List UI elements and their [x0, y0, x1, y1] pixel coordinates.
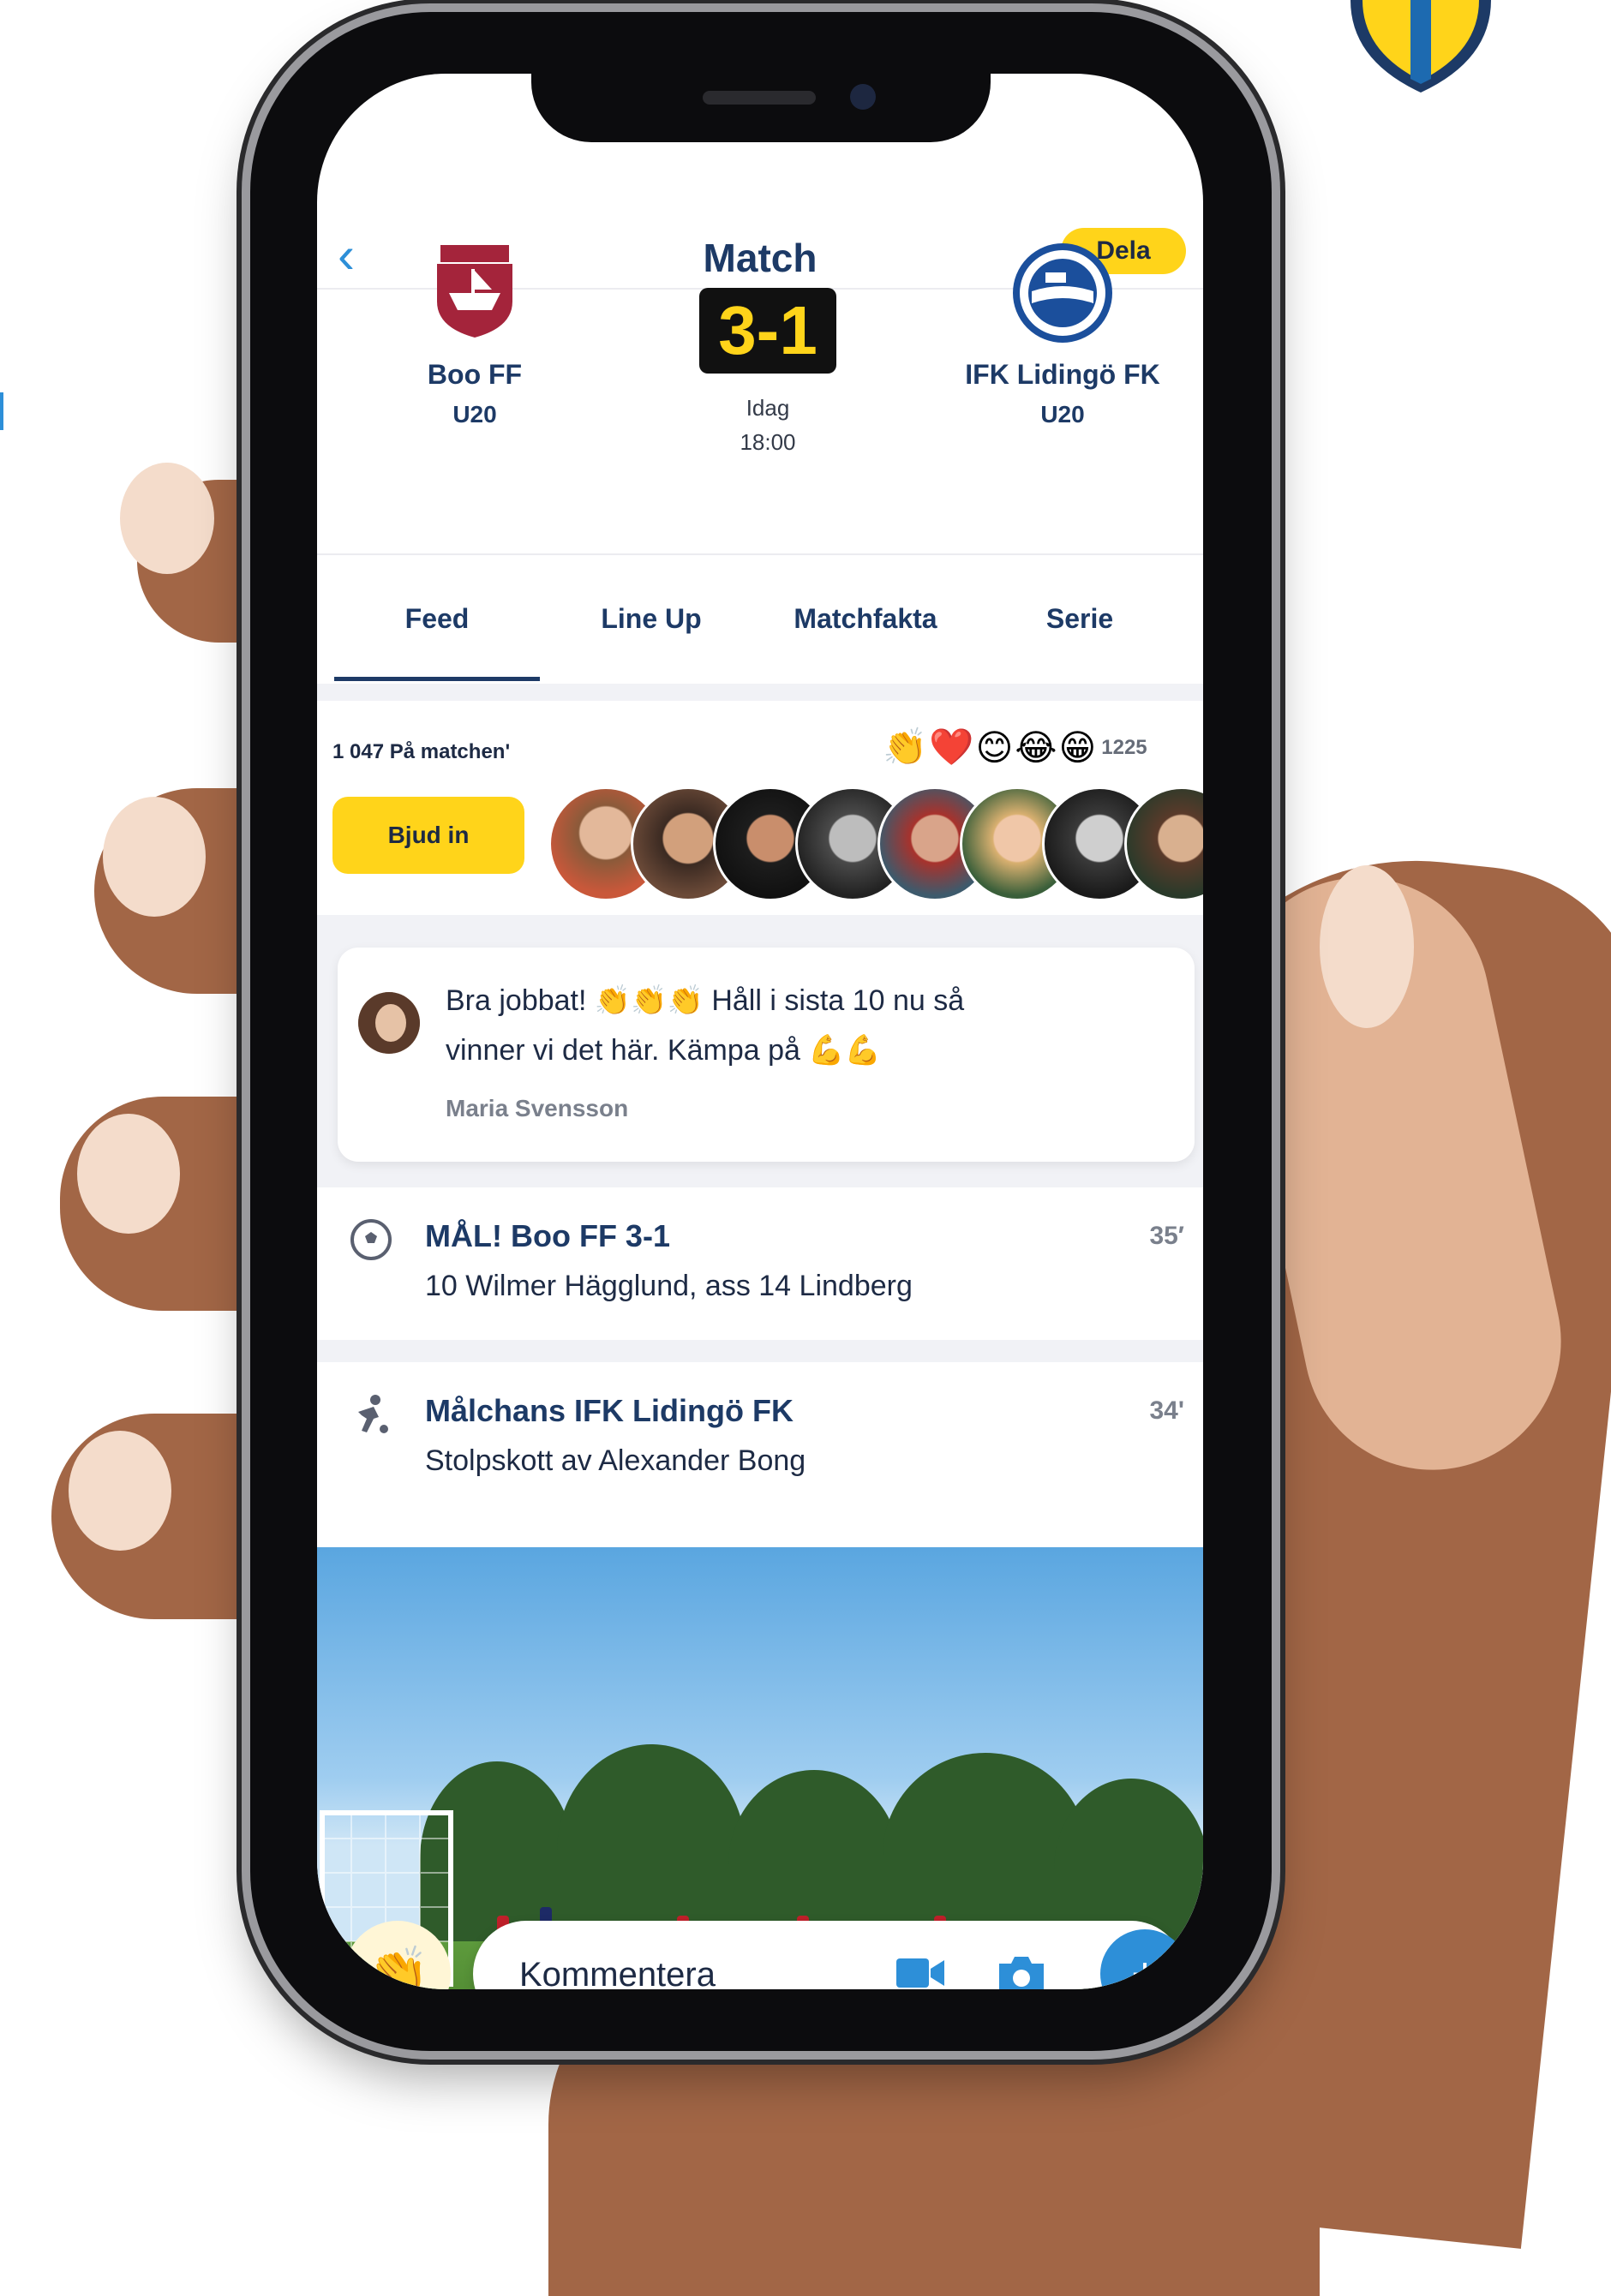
- fingernail: [77, 1114, 180, 1234]
- clap-icon: 👏: [365, 1945, 430, 1989]
- match-datetime: Idag 18:00: [699, 391, 836, 459]
- away-team[interactable]: IFK Lidingö FK U20: [951, 242, 1174, 428]
- event-detail: Stolpskott av Alexander Bong: [425, 1444, 806, 1477]
- match-day: Idag: [746, 395, 790, 421]
- phone-notch: [531, 65, 991, 142]
- fingernail: [120, 463, 214, 574]
- active-tab-indicator: [334, 677, 540, 681]
- comment-text-line-1: Bra jobbat! 👏👏👏 Håll i sista 10 nu så: [446, 984, 965, 1017]
- front-camera: [850, 84, 876, 110]
- feed-event-goal[interactable]: MÅL! Boo FF 3-1 10 Wilmer Hägglund, ass …: [317, 1187, 1203, 1340]
- feed-comment-card[interactable]: Bra jobbat! 👏👏👏 Håll i sista 10 nu så vi…: [338, 948, 1195, 1162]
- tab-line-up[interactable]: Line Up: [557, 603, 746, 635]
- section-divider: [317, 684, 1203, 701]
- fingernail: [103, 797, 206, 917]
- event-minute: 35′: [1149, 1222, 1184, 1250]
- speaker-grille: [703, 91, 816, 105]
- match-time-value: 18:00: [740, 429, 796, 455]
- commenter-face-icon: [358, 992, 420, 1054]
- edge-marker: [0, 392, 3, 430]
- event-detail: 10 Wilmer Hägglund, ass 14 Lindberg: [425, 1270, 913, 1302]
- commenter-avatar: [358, 992, 420, 1054]
- reaction-count: 1225: [1101, 735, 1147, 759]
- app-screen: ‹ Match Dela Boo FF U20 3-1 Idag 18:00 I…: [317, 74, 1203, 1989]
- event-minute: 34': [1149, 1396, 1184, 1425]
- smile-reaction-icon: 😊: [975, 727, 1014, 768]
- home-team-name: Boo FF: [427, 359, 523, 390]
- invite-button[interactable]: Bjud in: [332, 797, 524, 874]
- kicking-player-icon: [358, 1395, 388, 1433]
- tab-serie[interactable]: Serie: [994, 603, 1165, 635]
- fingernail: [69, 1431, 171, 1551]
- clap-reaction-icon: 👏: [883, 726, 928, 767]
- score-display: 3-1: [699, 288, 836, 374]
- home-team-group: U20: [452, 401, 497, 428]
- comment-input[interactable]: [518, 1945, 907, 1989]
- laugh-reaction-icon: 😂: [1015, 727, 1057, 768]
- presence-section: 1 047 På matchen' 👏 ❤️ 😊 😂 😁 1225 Bjud i…: [317, 701, 1203, 915]
- tab-bar: Feed Line Up Matchfakta Serie: [317, 553, 1203, 684]
- boo-ff-crest-icon: [437, 245, 512, 338]
- event-title: MÅL! Boo FF 3-1: [425, 1218, 670, 1253]
- club-shield-logo: [1350, 0, 1491, 93]
- soccer-ball-icon: [350, 1219, 392, 1260]
- home-team[interactable]: Boo FF U20: [363, 242, 586, 428]
- fingernail: [1320, 865, 1414, 1028]
- grin-reaction-icon: 😁: [1058, 727, 1097, 768]
- attendee-avatars[interactable]: [548, 786, 1203, 901]
- reaction-summary[interactable]: 👏 ❤️ 😊 😂 😁 1225: [883, 726, 1147, 768]
- feed-event-chance[interactable]: Målchans IFK Lidingö FK Stolpskott av Al…: [317, 1362, 1203, 1515]
- tab-feed[interactable]: Feed: [334, 603, 540, 635]
- heart-reaction-icon: ❤️: [929, 726, 974, 767]
- plus-icon: +: [1131, 1948, 1159, 1989]
- ifk-lidingo-crest-icon: [1013, 243, 1112, 343]
- tab-matchfakta[interactable]: Matchfakta: [763, 603, 968, 635]
- comment-text-line-2: vinner vi det här. Kämpa på 💪💪: [446, 1034, 882, 1067]
- event-title: Målchans IFK Lidingö FK: [425, 1393, 794, 1428]
- away-team-name: IFK Lidingö FK: [965, 359, 1160, 390]
- comment-author: Maria Svensson: [446, 1095, 629, 1121]
- video-camera-icon[interactable]: [895, 1953, 946, 1989]
- away-team-group: U20: [1040, 401, 1085, 428]
- photo-camera-icon[interactable]: [996, 1953, 1047, 1989]
- comment-bar: +: [473, 1921, 1189, 1989]
- attendee-count: 1 047 På matchen': [332, 740, 511, 763]
